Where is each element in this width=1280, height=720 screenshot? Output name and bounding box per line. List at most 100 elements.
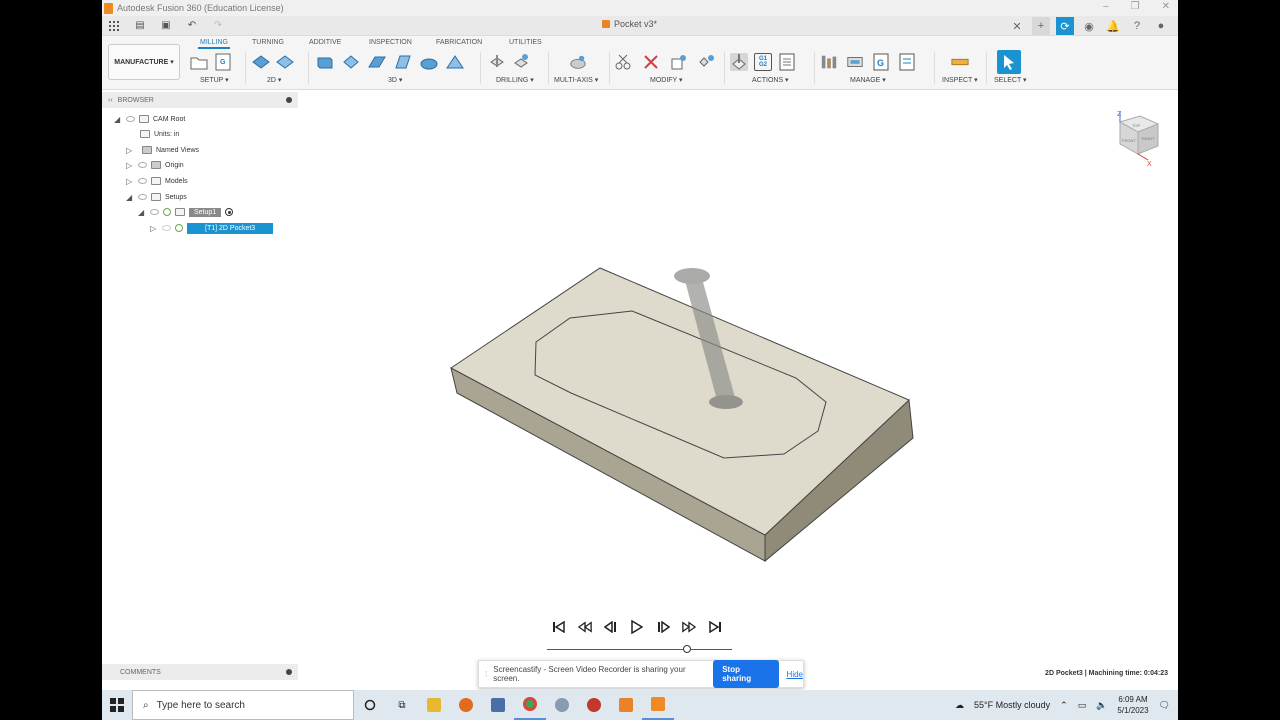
collapse-arrows-icon[interactable]: ‹‹ xyxy=(108,97,113,104)
taskbar-search[interactable]: ⌕ Type here to search xyxy=(132,690,354,720)
select-arrow-icon[interactable] xyxy=(997,50,1021,74)
tree-node-named-views[interactable]: ▷ Named Views xyxy=(126,144,199,156)
restore-icon[interactable]: ❐ xyxy=(1131,1,1140,12)
fusion-360-active-icon[interactable] xyxy=(642,690,674,720)
undo-icon[interactable]: ↶ xyxy=(186,20,198,32)
cortana-icon[interactable] xyxy=(354,690,386,720)
tree-node-setups[interactable]: ◢ Setups xyxy=(126,191,187,203)
inspect-group-label[interactable]: INSPECT ▾ xyxy=(942,76,978,84)
network-icon[interactable]: ▭ xyxy=(1078,700,1087,711)
sync-icon[interactable]: ⟳ xyxy=(1056,17,1074,35)
timeline-handle[interactable] xyxy=(683,645,691,653)
browser-pin-icon[interactable] xyxy=(286,97,292,103)
visibility-eye-icon[interactable] xyxy=(150,209,159,215)
drag-grip-icon[interactable]: ⁞ xyxy=(485,670,487,679)
browser-header[interactable]: ‹‹ BROWSER xyxy=(102,92,298,108)
windows-start-icon[interactable] xyxy=(102,690,132,720)
multi-axis-icon[interactable] xyxy=(569,53,587,71)
file-explorer-icon[interactable] xyxy=(418,690,450,720)
pattern-icon[interactable] xyxy=(698,53,716,71)
app-red-icon[interactable] xyxy=(578,690,610,720)
calculator-icon[interactable] xyxy=(482,690,514,720)
expand-triangle-icon[interactable]: ▷ xyxy=(150,224,158,233)
expand-triangle-icon[interactable]: ◢ xyxy=(138,208,146,217)
file-menu-icon[interactable]: ▤ xyxy=(134,20,146,32)
volume-icon[interactable]: 🔈 xyxy=(1096,700,1107,711)
tree-node-models[interactable]: ▷ Models xyxy=(126,175,188,187)
skip-to-end-icon[interactable] xyxy=(708,620,722,634)
3d-group-label[interactable]: 3D ▾ xyxy=(388,76,402,84)
expand-triangle-icon[interactable]: ◢ xyxy=(126,193,134,202)
chrome-icon[interactable] xyxy=(514,690,546,720)
tree-node-setup1[interactable]: ◢ Setup1 xyxy=(138,206,234,218)
2d-adaptive-icon[interactable] xyxy=(252,53,270,71)
step-forward-icon[interactable] xyxy=(656,620,670,634)
tree-node-units[interactable]: Units: in xyxy=(140,128,179,140)
job-status-icon[interactable]: ◉ xyxy=(1080,17,1098,35)
new-tab-icon[interactable]: + xyxy=(1032,17,1050,35)
machine-library-icon[interactable] xyxy=(846,53,864,71)
app-cloud-icon[interactable] xyxy=(546,690,578,720)
tab-fabrication[interactable]: FABRICATION xyxy=(436,39,482,46)
step-back-icon[interactable] xyxy=(604,620,618,634)
weather-text[interactable]: 55°F Mostly cloudy xyxy=(974,700,1050,710)
adaptive-clearing-icon[interactable] xyxy=(316,53,334,71)
drill-icon[interactable] xyxy=(488,53,506,71)
tray-chevron-icon[interactable]: ⌃ xyxy=(1060,700,1068,711)
notifications-icon[interactable]: 🔔 xyxy=(1104,17,1122,35)
active-setup-icon[interactable] xyxy=(225,208,234,216)
hide-link[interactable]: Hide xyxy=(787,670,803,679)
comments-pin-icon[interactable] xyxy=(286,669,292,675)
tree-node-cam-root[interactable]: ◢ CAM Root xyxy=(114,113,185,125)
expand-triangle-icon[interactable]: ◢ xyxy=(114,115,122,124)
simulate-icon[interactable] xyxy=(730,53,748,71)
cut-icon[interactable] xyxy=(614,53,632,71)
workspace-switcher[interactable]: MANUFACTURE ▾ xyxy=(108,44,180,80)
user-avatar-icon[interactable]: ● xyxy=(1152,17,1170,35)
expand-triangle-icon[interactable]: ▷ xyxy=(126,146,134,155)
select-group-label[interactable]: SELECT ▾ xyxy=(994,76,1027,84)
skip-to-start-icon[interactable] xyxy=(552,620,566,634)
parallel-icon[interactable] xyxy=(394,53,412,71)
visibility-eye-icon[interactable] xyxy=(162,225,171,231)
2d-group-label[interactable]: 2D ▾ xyxy=(267,76,281,84)
actions-group-label[interactable]: ACTIONS ▾ xyxy=(752,76,789,84)
tab-milling[interactable]: MILLING xyxy=(198,39,231,49)
apps-grid-icon[interactable] xyxy=(108,20,120,32)
fusion-360-icon[interactable] xyxy=(610,690,642,720)
redo-icon[interactable]: ↷ xyxy=(212,20,224,32)
next-operation-icon[interactable] xyxy=(682,620,696,634)
close-icon[interactable]: ✕ xyxy=(1162,1,1170,12)
weather-cloud-icon[interactable]: ☁ xyxy=(955,700,964,711)
help-icon[interactable]: ? xyxy=(1128,17,1146,35)
expand-triangle-icon[interactable]: ▷ xyxy=(126,161,134,170)
expand-triangle-icon[interactable]: ▷ xyxy=(126,177,134,186)
drilling-group-label[interactable]: DRILLING ▾ xyxy=(496,76,534,84)
scallop-icon[interactable] xyxy=(420,53,438,71)
nc-program-icon[interactable]: G xyxy=(214,53,232,71)
tool-library-icon[interactable] xyxy=(820,53,838,71)
duplicate-icon[interactable] xyxy=(670,53,688,71)
post-library-icon[interactable]: G xyxy=(872,53,890,71)
comments-panel[interactable]: COMMENTS xyxy=(102,664,298,680)
stop-sharing-button[interactable]: Stop sharing xyxy=(713,660,779,688)
tab-utilities[interactable]: UTILITIES xyxy=(509,39,542,46)
measure-icon[interactable] xyxy=(951,53,969,71)
pocket-clearing-icon[interactable] xyxy=(342,53,360,71)
timeline-scrubber[interactable] xyxy=(547,645,732,653)
tab-turning[interactable]: TURNING xyxy=(252,39,284,46)
hole-recognition-icon[interactable] xyxy=(512,53,530,71)
document-tab[interactable]: Pocket v3* xyxy=(602,19,657,29)
manage-group-label[interactable]: MANAGE ▾ xyxy=(850,76,886,84)
clock[interactable]: 6:09 AM 5/1/2023 xyxy=(1117,694,1148,716)
setup-group-label[interactable]: SETUP ▾ xyxy=(200,76,229,84)
firefox-icon[interactable] xyxy=(450,690,482,720)
visibility-eye-icon[interactable] xyxy=(138,178,147,184)
steep-shallow-icon[interactable] xyxy=(368,53,386,71)
view-cube[interactable]: TOP FRONT RIGHT Z X xyxy=(1108,108,1164,173)
visibility-eye-icon[interactable] xyxy=(138,194,147,200)
post-process-icon[interactable]: G1 G2 xyxy=(754,53,772,71)
play-icon[interactable] xyxy=(630,620,644,634)
close-tab-icon[interactable]: ✕ xyxy=(1008,17,1026,35)
2d-pocket-icon[interactable] xyxy=(276,53,294,71)
